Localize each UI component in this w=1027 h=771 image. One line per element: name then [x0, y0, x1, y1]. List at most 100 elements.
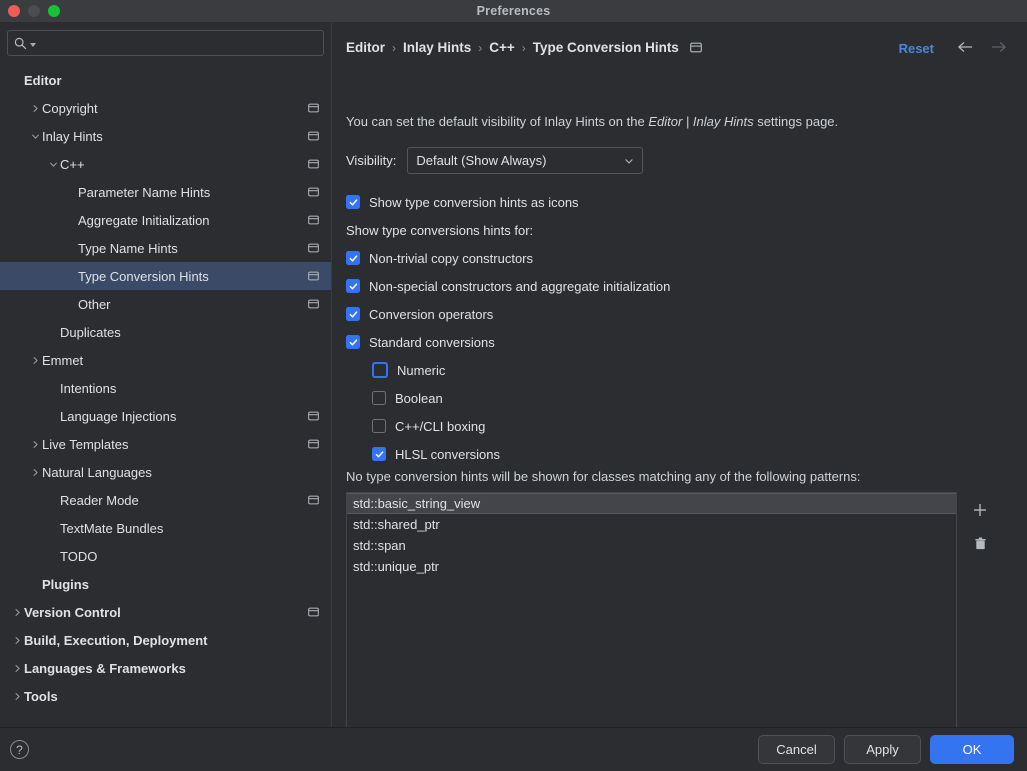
ok-button[interactable]: OK [930, 735, 1014, 764]
sidebar-item-live-templates[interactable]: Live Templates [0, 430, 331, 458]
checkbox-unchecked-icon[interactable] [372, 362, 388, 378]
title-bar: Preferences [0, 0, 1027, 22]
checkbox-show-hints-as-icons[interactable]: Show type conversion hints as icons [346, 188, 994, 216]
sidebar-item-build-execution-deployment[interactable]: Build, Execution, Deployment [0, 626, 331, 654]
sidebar-item-tools[interactable]: Tools [0, 682, 331, 710]
remove-pattern-button[interactable] [970, 533, 990, 553]
chevron-right-icon[interactable] [13, 664, 22, 673]
back-arrow-icon[interactable] [957, 40, 974, 54]
list-item[interactable]: std::span [347, 535, 956, 556]
sidebar-item-version-control[interactable]: Version Control [0, 598, 331, 626]
sidebar-item-textmate-bundles[interactable]: TextMate Bundles [0, 514, 331, 542]
checkbox-group: Show type conversion hints as icons Show … [346, 188, 994, 468]
chevron-right-icon[interactable] [31, 440, 40, 449]
sidebar-item-reader-mode[interactable]: Reader Mode [0, 486, 331, 514]
checkbox-numeric[interactable]: Numeric [346, 356, 994, 384]
cancel-button[interactable]: Cancel [758, 735, 835, 764]
checkbox-checked-icon[interactable] [346, 307, 360, 321]
sidebar-item-label: Other [78, 296, 111, 312]
tree-arrow-slot [46, 514, 60, 542]
sidebar-item-duplicates[interactable]: Duplicates [0, 318, 331, 346]
sidebar-item-inlay-hints[interactable]: Inlay Hints [0, 122, 331, 150]
list-item[interactable]: std::unique_ptr [347, 556, 956, 577]
search-icon [14, 37, 27, 49]
search-input[interactable] [39, 36, 317, 50]
checkbox-non-special-constructors-and-aggregate-initialization[interactable]: Non-special constructors and aggregate i… [346, 272, 994, 300]
chevron-down-icon[interactable] [31, 132, 40, 141]
tree-arrow-slot[interactable] [46, 150, 60, 178]
add-pattern-button[interactable] [970, 500, 990, 520]
checkbox-boolean[interactable]: Boolean [346, 384, 994, 412]
tree-arrow-slot[interactable] [28, 430, 42, 458]
settings-tree: Editor Copyright Inlay Hints C++ Parameter N… [0, 66, 331, 710]
checkbox-checked-icon[interactable] [346, 335, 360, 349]
list-item[interactable]: std::shared_ptr [347, 514, 956, 535]
check-icon [375, 450, 383, 457]
breadcrumb-separator: › [392, 40, 396, 55]
sidebar-item-todo[interactable]: TODO [0, 542, 331, 570]
checkbox-non-trivial-copy-constructors[interactable]: Non-trivial copy constructors [346, 244, 994, 272]
sidebar-item-aggregate-initialization[interactable]: Aggregate Initialization [0, 206, 331, 234]
panel-icon [308, 439, 319, 449]
checkbox-checked-icon[interactable] [346, 279, 360, 293]
sidebar-item-intentions[interactable]: Intentions [0, 374, 331, 402]
apply-button[interactable]: Apply [844, 735, 921, 764]
help-button[interactable]: ? [10, 740, 29, 759]
sidebar-item-type-conversion-hints[interactable]: Type Conversion Hints [0, 262, 331, 290]
checkbox-checked-icon[interactable] [372, 447, 386, 461]
trash-icon [974, 537, 986, 549]
tree-arrow-slot[interactable] [28, 122, 42, 150]
tree-arrow-slot[interactable] [28, 346, 42, 374]
sidebar-item-c[interactable]: C++ [0, 150, 331, 178]
sidebar-item-copyright[interactable]: Copyright [0, 94, 331, 122]
checkbox-checked-icon[interactable] [346, 195, 360, 209]
visibility-select[interactable]: Default (Show Always) [407, 147, 644, 174]
sidebar-item-other[interactable]: Other [0, 290, 331, 318]
chevron-right-icon[interactable] [13, 692, 22, 701]
checkbox-hlsl-conversions[interactable]: HLSL conversions [346, 440, 994, 468]
tree-arrow-slot[interactable] [28, 458, 42, 486]
tree-arrow-slot[interactable] [10, 682, 24, 710]
breadcrumb-item[interactable]: Type Conversion Hints [533, 40, 679, 55]
sidebar-item-language-injections[interactable]: Language Injections [0, 402, 331, 430]
checkbox-unchecked-icon[interactable] [372, 419, 386, 433]
patterns-list[interactable]: std::basic_string_view std::shared_ptr std… [346, 492, 957, 749]
sidebar-item-natural-languages[interactable]: Natural Languages [0, 458, 331, 486]
sidebar-item-label: Tools [24, 688, 58, 704]
sidebar-item-parameter-name-hints[interactable]: Parameter Name Hints [0, 178, 331, 206]
chevron-right-icon[interactable] [31, 356, 40, 365]
panel-icon [308, 411, 319, 421]
tree-arrow-slot [28, 570, 42, 598]
sidebar-item-type-name-hints[interactable]: Type Name Hints [0, 234, 331, 262]
breadcrumb-item[interactable]: Editor [346, 40, 385, 55]
list-item[interactable]: std::basic_string_view [347, 493, 956, 514]
breadcrumb-item[interactable]: C++ [489, 40, 515, 55]
tree-arrow-slot[interactable] [10, 598, 24, 626]
chevron-right-icon[interactable] [31, 468, 40, 477]
chevron-right-icon[interactable] [31, 104, 40, 113]
checkbox-c-cli-boxing[interactable]: C++/CLI boxing [346, 412, 994, 440]
sidebar-item-plugins[interactable]: Plugins [0, 570, 331, 598]
tree-arrow-slot[interactable] [28, 94, 42, 122]
reset-link[interactable]: Reset [899, 41, 934, 56]
chevron-right-icon[interactable] [13, 636, 22, 645]
tree-arrow-slot [64, 178, 78, 206]
sidebar-item-emmet[interactable]: Emmet [0, 346, 331, 374]
sidebar-item-label: Emmet [42, 352, 84, 368]
chevron-right-icon[interactable] [13, 608, 22, 617]
breadcrumb-item[interactable]: Inlay Hints [403, 40, 471, 55]
search-box[interactable] [7, 30, 324, 56]
tree-arrow-slot[interactable] [10, 626, 24, 654]
description-after: settings page. [753, 114, 839, 129]
chevron-down-icon[interactable] [49, 160, 58, 169]
checkbox-conversion-operators[interactable]: Conversion operators [346, 300, 994, 328]
forward-arrow-icon[interactable] [990, 40, 1007, 54]
sidebar-item-languages-frameworks[interactable]: Languages & Frameworks [0, 654, 331, 682]
panel-icon [308, 187, 319, 197]
checkbox-unchecked-icon[interactable] [372, 391, 386, 405]
tree-arrow-slot[interactable] [10, 654, 24, 682]
search-filter-caret-icon[interactable] [30, 42, 36, 47]
checkbox-standard-conversions[interactable]: Standard conversions [346, 328, 994, 356]
checkbox-checked-icon[interactable] [346, 251, 360, 265]
sidebar-item-editor[interactable]: Editor [0, 66, 331, 94]
